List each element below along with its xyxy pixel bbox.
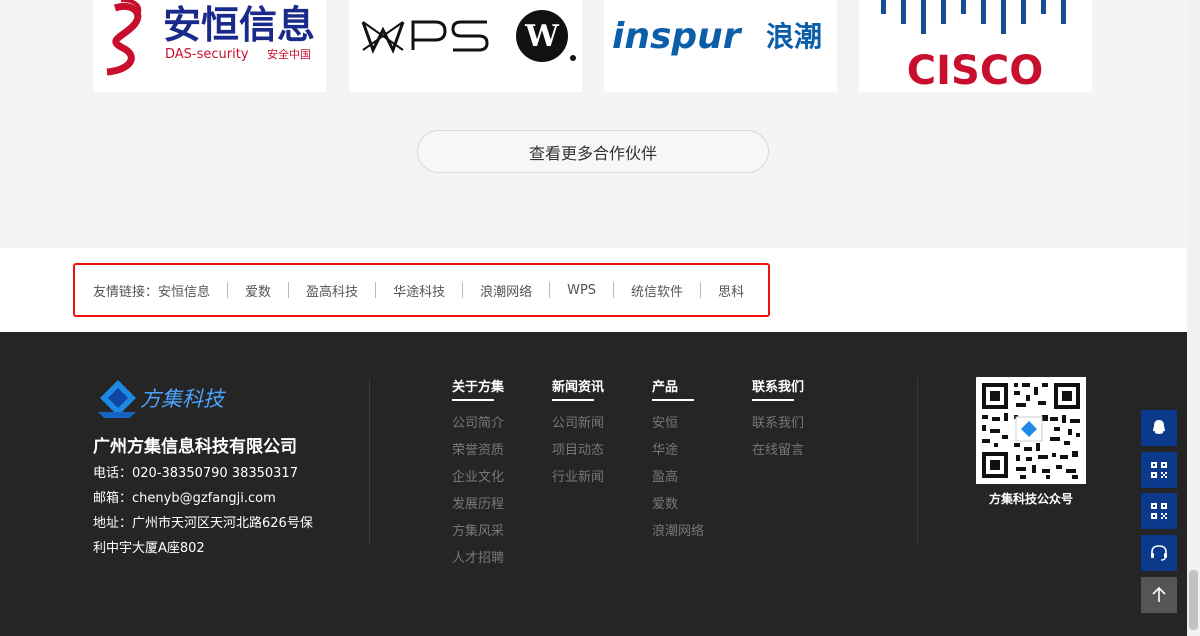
- site-footer: 方集科技 广州方集信息科技有限公司 电话：020-38350790 383503…: [0, 332, 1187, 636]
- svg-text:安恒信息: 安恒信息: [163, 3, 315, 47]
- cisco-logo-icon: CISCO: [881, 0, 1066, 92]
- footer-link[interactable]: 盈高: [652, 466, 704, 485]
- footer-divider: [369, 378, 370, 544]
- wps-logo-icon: W: [361, 10, 576, 62]
- footer-link[interactable]: 公司简介: [452, 412, 504, 431]
- footer-column-news: 新闻资讯 公司新闻 项目动态 行业新闻: [552, 376, 604, 485]
- link-separator: [700, 282, 702, 298]
- company-name: 广州方集信息科技有限公司: [93, 437, 297, 457]
- svg-text:浪潮: 浪潮: [766, 20, 822, 53]
- qq-icon: [1153, 420, 1165, 434]
- svg-text:DAS-security: DAS-security: [165, 47, 249, 62]
- qr-code-button[interactable]: [1141, 493, 1177, 529]
- footer-link[interactable]: 安恒: [652, 412, 704, 431]
- footer-link[interactable]: 联系我们: [752, 412, 804, 431]
- link-separator: [227, 282, 229, 298]
- qr-code-button[interactable]: [1141, 452, 1177, 488]
- friendly-links-box: 友情链接： 安恒信息 爱数 盈高科技 华途科技 浪潮网络 WPS 统信软件 思科: [73, 263, 770, 317]
- svg-text:CISCO: CISCO: [907, 48, 1043, 92]
- footer-column-title: 联系我们: [752, 376, 804, 401]
- svg-text:W: W: [524, 19, 560, 54]
- footer-column-title: 新闻资讯: [552, 376, 604, 401]
- friendly-link-huatu[interactable]: 华途科技: [393, 281, 445, 300]
- headset-icon: [1151, 545, 1167, 561]
- footer-column-products: 产品 安恒 华途 盈高 爱数 浪潮网络: [652, 376, 704, 539]
- more-partners-button[interactable]: 查看更多合作伙伴: [417, 130, 769, 173]
- inspur-logo-icon: inspur 浪潮: [612, 16, 822, 57]
- friendly-link-eisoo[interactable]: 爱数: [245, 281, 271, 300]
- footer-column-title: 关于方集: [452, 376, 504, 401]
- footer-link[interactable]: 在线留言: [752, 439, 804, 458]
- friendly-link-inspur[interactable]: 浪潮网络: [480, 281, 532, 300]
- qq-contact-button[interactable]: [1141, 410, 1177, 446]
- company-email: 邮箱：chenyb@gzfangji.com: [93, 491, 276, 506]
- footer-link[interactable]: 浪潮网络: [652, 520, 704, 539]
- qr-code-icon: [982, 383, 1080, 479]
- link-separator: [462, 282, 464, 298]
- qr-code-caption: 方集科技公众号: [988, 492, 1073, 506]
- friendly-link-wps[interactable]: WPS: [567, 283, 596, 298]
- partner-logo-dbappsecurity[interactable]: 安恒信息 DAS-security 安全中国: [93, 0, 326, 92]
- footer-link[interactable]: 发展历程: [452, 493, 504, 512]
- link-separator: [375, 282, 377, 298]
- link-separator: [613, 282, 615, 298]
- dbappsecurity-logo-icon: 安恒信息 DAS-security 安全中国: [106, 0, 315, 76]
- footer-link[interactable]: 方集风采: [452, 520, 504, 539]
- friendly-links-section: 友情链接： 安恒信息 爱数 盈高科技 华途科技 浪潮网络 WPS 统信软件 思科: [0, 248, 1187, 332]
- partners-section: 安恒信息 DAS-security 安全中国 W inspur 浪潮 CISCO…: [0, 0, 1187, 248]
- company-phone: 电话：020-38350790 38350317: [93, 466, 298, 481]
- footer-link[interactable]: 人才招聘: [452, 547, 504, 566]
- svg-text:安全中国: 安全中国: [267, 47, 311, 61]
- svg-text:方集科技: 方集科技: [140, 387, 226, 411]
- partner-logo-cisco[interactable]: CISCO: [859, 0, 1092, 92]
- footer-column-contact: 联系我们 联系我们 在线留言: [752, 376, 804, 458]
- qr-code-icon: [1151, 462, 1167, 478]
- footer-link[interactable]: 项目动态: [552, 439, 604, 458]
- page-scrollbar[interactable]: [1187, 0, 1200, 636]
- company-address-line-1: 地址：广州市天河区天河北路626号保: [93, 516, 313, 531]
- customer-service-button[interactable]: [1141, 535, 1177, 571]
- partner-logo-wps[interactable]: W: [349, 0, 582, 92]
- partner-logo-inspur[interactable]: inspur 浪潮: [604, 0, 837, 92]
- footer-divider: [917, 378, 918, 544]
- link-separator: [288, 282, 290, 298]
- friendly-link-cisco[interactable]: 思科: [718, 281, 744, 300]
- footer-link[interactable]: 行业新闻: [552, 466, 604, 485]
- fangji-logo-icon: 方集科技: [98, 380, 227, 418]
- back-to-top-button[interactable]: [1141, 577, 1177, 613]
- friendly-link-dbappsecurity[interactable]: 安恒信息: [158, 281, 210, 300]
- company-address-line-2: 利中宇大厦A座802: [93, 541, 205, 556]
- footer-link[interactable]: 公司新闻: [552, 412, 604, 431]
- footer-link[interactable]: 华途: [652, 439, 704, 458]
- scrollbar-thumb[interactable]: [1189, 570, 1198, 630]
- arrow-up-icon: [1152, 586, 1166, 602]
- footer-link[interactable]: 企业文化: [452, 466, 504, 485]
- footer-link[interactable]: 荣誉资质: [452, 439, 504, 458]
- footer-column-title: 产品: [652, 376, 695, 401]
- footer-brand-logo[interactable]: 方集科技: [96, 376, 227, 422]
- footer-link[interactable]: 爱数: [652, 493, 704, 512]
- friendly-link-yinggao[interactable]: 盈高科技: [306, 281, 358, 300]
- link-separator: [549, 282, 551, 298]
- svg-text:inspur: inspur: [612, 16, 743, 57]
- friendly-link-uniontech[interactable]: 统信软件: [631, 281, 683, 300]
- wechat-qr-code: [976, 377, 1086, 484]
- friendly-links-label: 友情链接：: [93, 284, 159, 300]
- footer-column-about: 关于方集 公司简介 荣誉资质 企业文化 发展历程 方集风采 人才招聘: [452, 376, 504, 566]
- qr-code-icon: [1151, 503, 1167, 519]
